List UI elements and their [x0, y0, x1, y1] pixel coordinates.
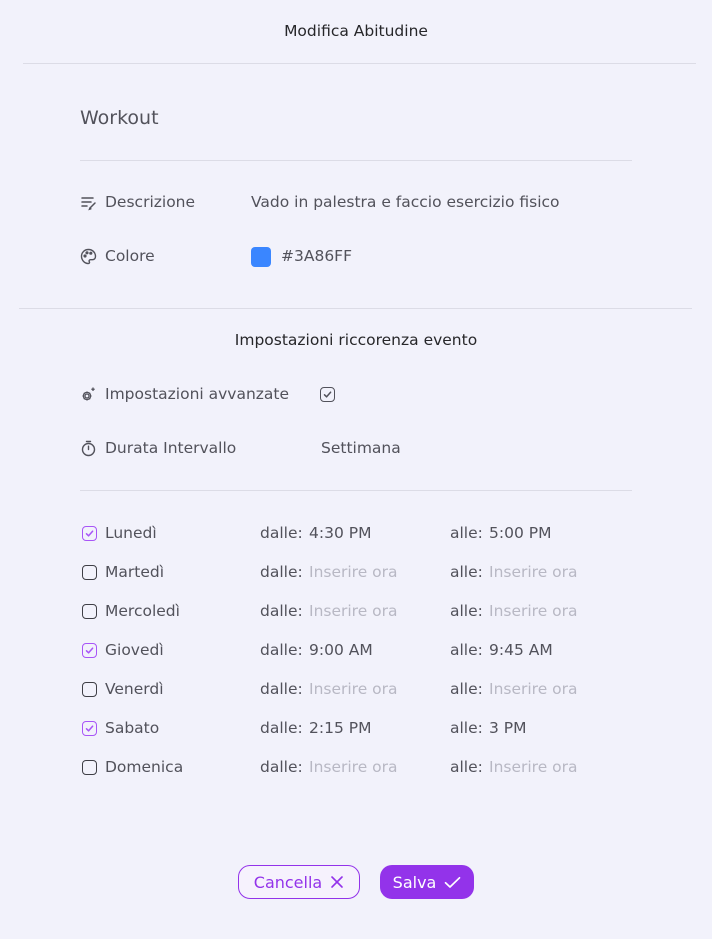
advanced-settings-checkbox[interactable] — [320, 387, 335, 402]
day-row: Domenica dalle: Inserire ora alle: Inserire … — [80, 757, 640, 779]
check-icon — [85, 530, 94, 537]
days-divider — [80, 490, 632, 491]
from-time-input[interactable]: Inserire ora — [309, 758, 398, 776]
check-icon — [444, 876, 461, 888]
from-label: dalle: — [260, 602, 303, 620]
day-checkbox[interactable] — [82, 604, 97, 619]
day-checkbox[interactable] — [82, 682, 97, 697]
to-label: alle: — [450, 758, 483, 776]
day-row: Lunedì dalle: 4:30 PM alle: 5:00 PM — [80, 523, 640, 545]
check-icon — [85, 647, 94, 654]
to-label: alle: — [450, 524, 483, 542]
day-name: Sabato — [105, 719, 160, 737]
to-time-input[interactable]: Inserire ora — [489, 563, 578, 581]
from-label: dalle: — [260, 680, 303, 698]
to-label: alle: — [450, 680, 483, 698]
to-time-input[interactable]: Inserire ora — [489, 680, 578, 698]
from-time-input[interactable]: Inserire ora — [309, 602, 398, 620]
to-time-input[interactable]: Inserire ora — [489, 758, 578, 776]
day-row: Sabato dalle: 2:15 PM alle: 3 PM — [80, 718, 640, 740]
save-button[interactable]: Salva — [380, 865, 474, 899]
description-label: Descrizione — [105, 193, 196, 211]
to-time-input[interactable]: 3 PM — [489, 719, 527, 737]
advanced-settings-label: Impostazioni avvanzate — [105, 385, 290, 403]
close-icon — [331, 876, 344, 888]
interval-value-select[interactable]: Settimana — [321, 439, 401, 457]
to-time-input[interactable]: 5:00 PM — [489, 524, 551, 542]
day-row: Martedì dalle: Inserire ora alle: Inserire o… — [80, 562, 640, 584]
name-divider — [80, 160, 632, 161]
color-row-label: Colore — [80, 247, 155, 265]
from-label: dalle: — [260, 758, 303, 776]
color-swatch[interactable] — [251, 247, 271, 267]
header-divider — [23, 63, 696, 64]
palette-icon — [80, 248, 97, 265]
gear-sparkle-icon — [80, 386, 97, 403]
description-row-label: Descrizione — [80, 193, 195, 211]
to-label: alle: — [450, 719, 483, 737]
cancel-button[interactable]: Cancella — [238, 865, 360, 899]
from-time-input[interactable]: Inserire ora — [309, 563, 398, 581]
day-checkbox[interactable] — [82, 526, 97, 541]
from-time-input[interactable]: 9:00 AM — [309, 641, 373, 659]
day-name: Venerdì — [105, 680, 164, 698]
day-name: Martedì — [105, 563, 165, 581]
advanced-settings-row-label: Impostazioni avvanzate — [80, 385, 289, 403]
day-name: Lunedì — [105, 524, 157, 542]
day-row: Venerdì dalle: Inserire ora alle: Inserire o… — [80, 679, 640, 701]
to-time-input[interactable]: Inserire ora — [489, 602, 578, 620]
text-edit-icon — [80, 194, 97, 211]
stopwatch-icon — [80, 440, 97, 457]
from-label: dalle: — [260, 641, 303, 659]
recurrence-section-title: Impostazioni riccorenza evento — [234, 331, 478, 349]
day-checkbox[interactable] — [82, 721, 97, 736]
from-time-input[interactable]: 4:30 PM — [309, 524, 371, 542]
to-label: alle: — [450, 563, 483, 581]
to-label: alle: — [450, 641, 483, 659]
description-value[interactable]: Vado in palestra e faccio esercizio fisi… — [251, 193, 560, 211]
day-row: Mercoledì dalle: Inserire ora alle: Inserire… — [80, 601, 640, 623]
day-name: Domenica — [105, 758, 184, 776]
from-label: dalle: — [260, 719, 303, 737]
to-label: alle: — [450, 602, 483, 620]
habit-name[interactable]: Workout — [80, 107, 159, 129]
from-label: dalle: — [260, 563, 303, 581]
day-checkbox[interactable] — [82, 643, 97, 658]
interval-label: Durata Intervallo — [105, 439, 237, 457]
to-time-input[interactable]: 9:45 AM — [489, 641, 553, 659]
check-icon — [323, 391, 332, 398]
save-button-label: Salva — [392, 872, 437, 892]
check-icon — [85, 725, 94, 732]
from-label: dalle: — [260, 524, 303, 542]
from-time-input[interactable]: Inserire ora — [309, 680, 398, 698]
cancel-button-label: Cancella — [253, 872, 323, 892]
day-name: Giovedì — [105, 641, 164, 659]
day-row: Giovedì dalle: 9:00 AM alle: 9:45 AM — [80, 640, 640, 662]
day-checkbox[interactable] — [82, 760, 97, 775]
edit-habit-dialog: Modifica Abitudine Workout Descrizione V… — [0, 0, 712, 939]
interval-row-label: Durata Intervallo — [80, 439, 236, 457]
color-label: Colore — [105, 247, 155, 265]
from-time-input[interactable]: 2:15 PM — [309, 719, 371, 737]
section-divider — [19, 308, 692, 309]
color-hex-value[interactable]: #3A86FF — [281, 247, 352, 265]
day-name: Mercoledì — [105, 602, 180, 620]
day-checkbox[interactable] — [82, 565, 97, 580]
dialog-title: Modifica Abitudine — [284, 22, 428, 40]
